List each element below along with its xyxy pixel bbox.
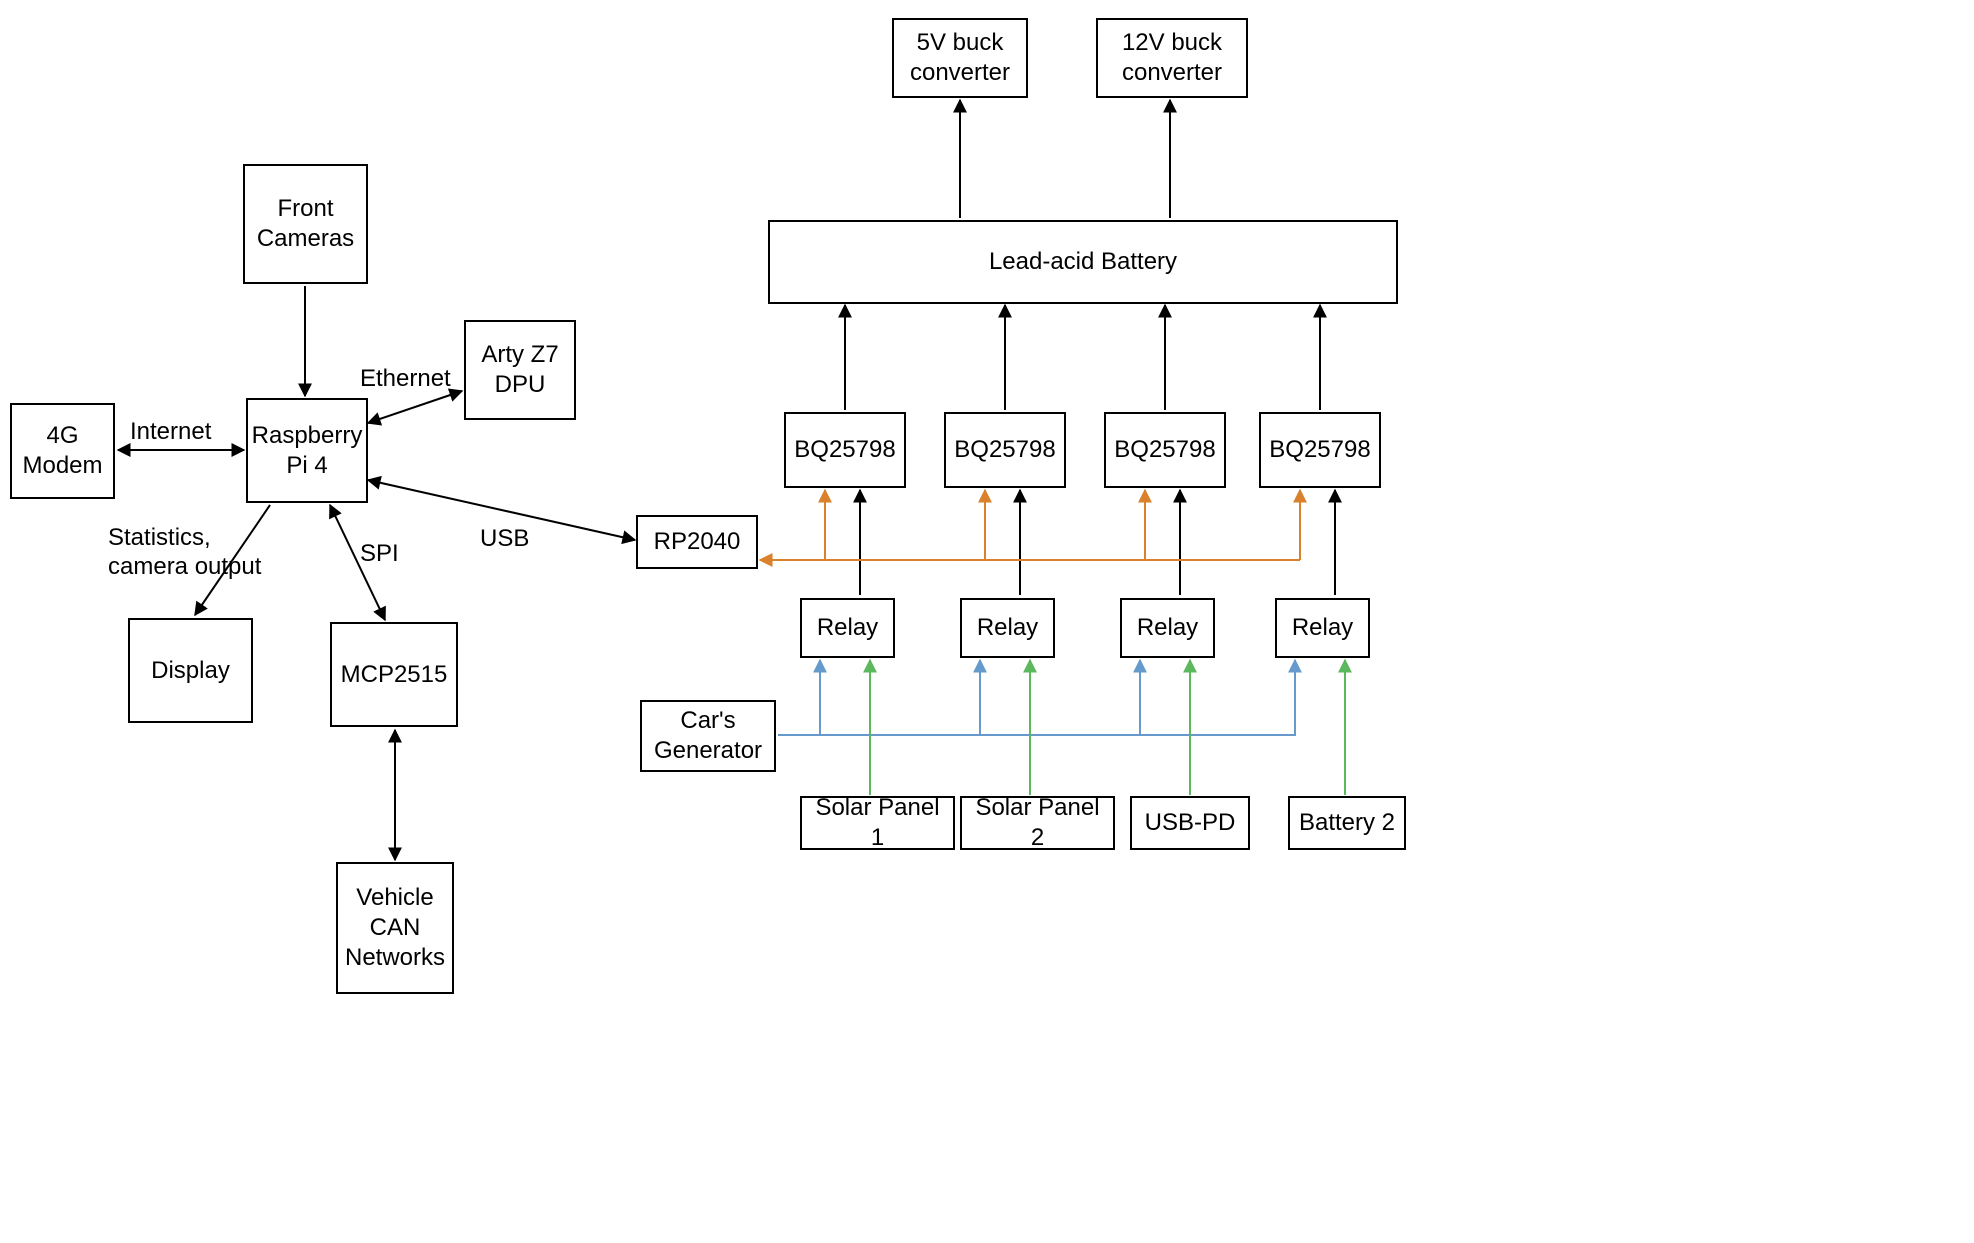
node-vehicle-can: Vehicle CAN Networks xyxy=(336,862,454,994)
text-front-cameras: Front Cameras xyxy=(249,194,362,254)
text-display: Display xyxy=(151,656,230,686)
node-display: Display xyxy=(128,618,253,723)
text-relay-4: Relay xyxy=(1292,613,1353,643)
node-4g-modem: 4G Modem xyxy=(10,403,115,499)
node-relay-1: Relay xyxy=(800,598,895,658)
text-raspberry-pi: Raspberry Pi 4 xyxy=(252,421,363,481)
node-bq-3: BQ25798 xyxy=(1104,412,1226,488)
text-bq-1: BQ25798 xyxy=(794,435,895,465)
text-lead-acid: Lead-acid Battery xyxy=(989,247,1177,277)
text-buck-12v: 12V buck converter xyxy=(1102,28,1242,88)
node-relay-4: Relay xyxy=(1275,598,1370,658)
text-solar-panel-1: Solar Panel 1 xyxy=(806,793,949,853)
text-bq-2: BQ25798 xyxy=(954,435,1055,465)
label-internet: Internet xyxy=(130,418,211,447)
node-bq-4: BQ25798 xyxy=(1259,412,1381,488)
text-battery-2: Battery 2 xyxy=(1299,808,1395,838)
text-relay-1: Relay xyxy=(817,613,878,643)
label-spi: SPI xyxy=(360,540,399,569)
text-4g-modem: 4G Modem xyxy=(16,421,109,481)
text-relay-3: Relay xyxy=(1137,613,1198,643)
node-battery-2: Battery 2 xyxy=(1288,796,1406,850)
label-usb: USB xyxy=(480,525,529,554)
text-usb-pd: USB-PD xyxy=(1145,808,1236,838)
node-buck-12v: 12V buck converter xyxy=(1096,18,1248,98)
text-buck-5v: 5V buck converter xyxy=(898,28,1022,88)
text-bq-3: BQ25798 xyxy=(1114,435,1215,465)
text-solar-panel-2: Solar Panel 2 xyxy=(966,793,1109,853)
text-rp2040: RP2040 xyxy=(654,527,741,557)
node-car-generator: Car's Generator xyxy=(640,700,776,772)
node-solar-panel-2: Solar Panel 2 xyxy=(960,796,1115,850)
text-bq-4: BQ25798 xyxy=(1269,435,1370,465)
node-mcp2515: MCP2515 xyxy=(330,622,458,727)
node-lead-acid-battery: Lead-acid Battery xyxy=(768,220,1398,304)
label-ethernet: Ethernet xyxy=(360,365,451,394)
node-relay-2: Relay xyxy=(960,598,1055,658)
text-vehicle-can: Vehicle CAN Networks xyxy=(342,883,448,973)
node-front-cameras: Front Cameras xyxy=(243,164,368,284)
text-mcp2515: MCP2515 xyxy=(341,660,448,690)
node-solar-panel-1: Solar Panel 1 xyxy=(800,796,955,850)
text-car-generator: Car's Generator xyxy=(646,706,770,766)
node-buck-5v: 5V buck converter xyxy=(892,18,1028,98)
label-stats: Statistics, camera output xyxy=(108,524,268,582)
node-relay-3: Relay xyxy=(1120,598,1215,658)
text-arty-z7: Arty Z7 DPU xyxy=(470,340,570,400)
node-arty-z7: Arty Z7 DPU xyxy=(464,320,576,420)
text-relay-2: Relay xyxy=(977,613,1038,643)
node-bq-2: BQ25798 xyxy=(944,412,1066,488)
node-rp2040: RP2040 xyxy=(636,515,758,569)
node-usb-pd: USB-PD xyxy=(1130,796,1250,850)
node-raspberry-pi: Raspberry Pi 4 xyxy=(246,398,368,503)
node-bq-1: BQ25798 xyxy=(784,412,906,488)
